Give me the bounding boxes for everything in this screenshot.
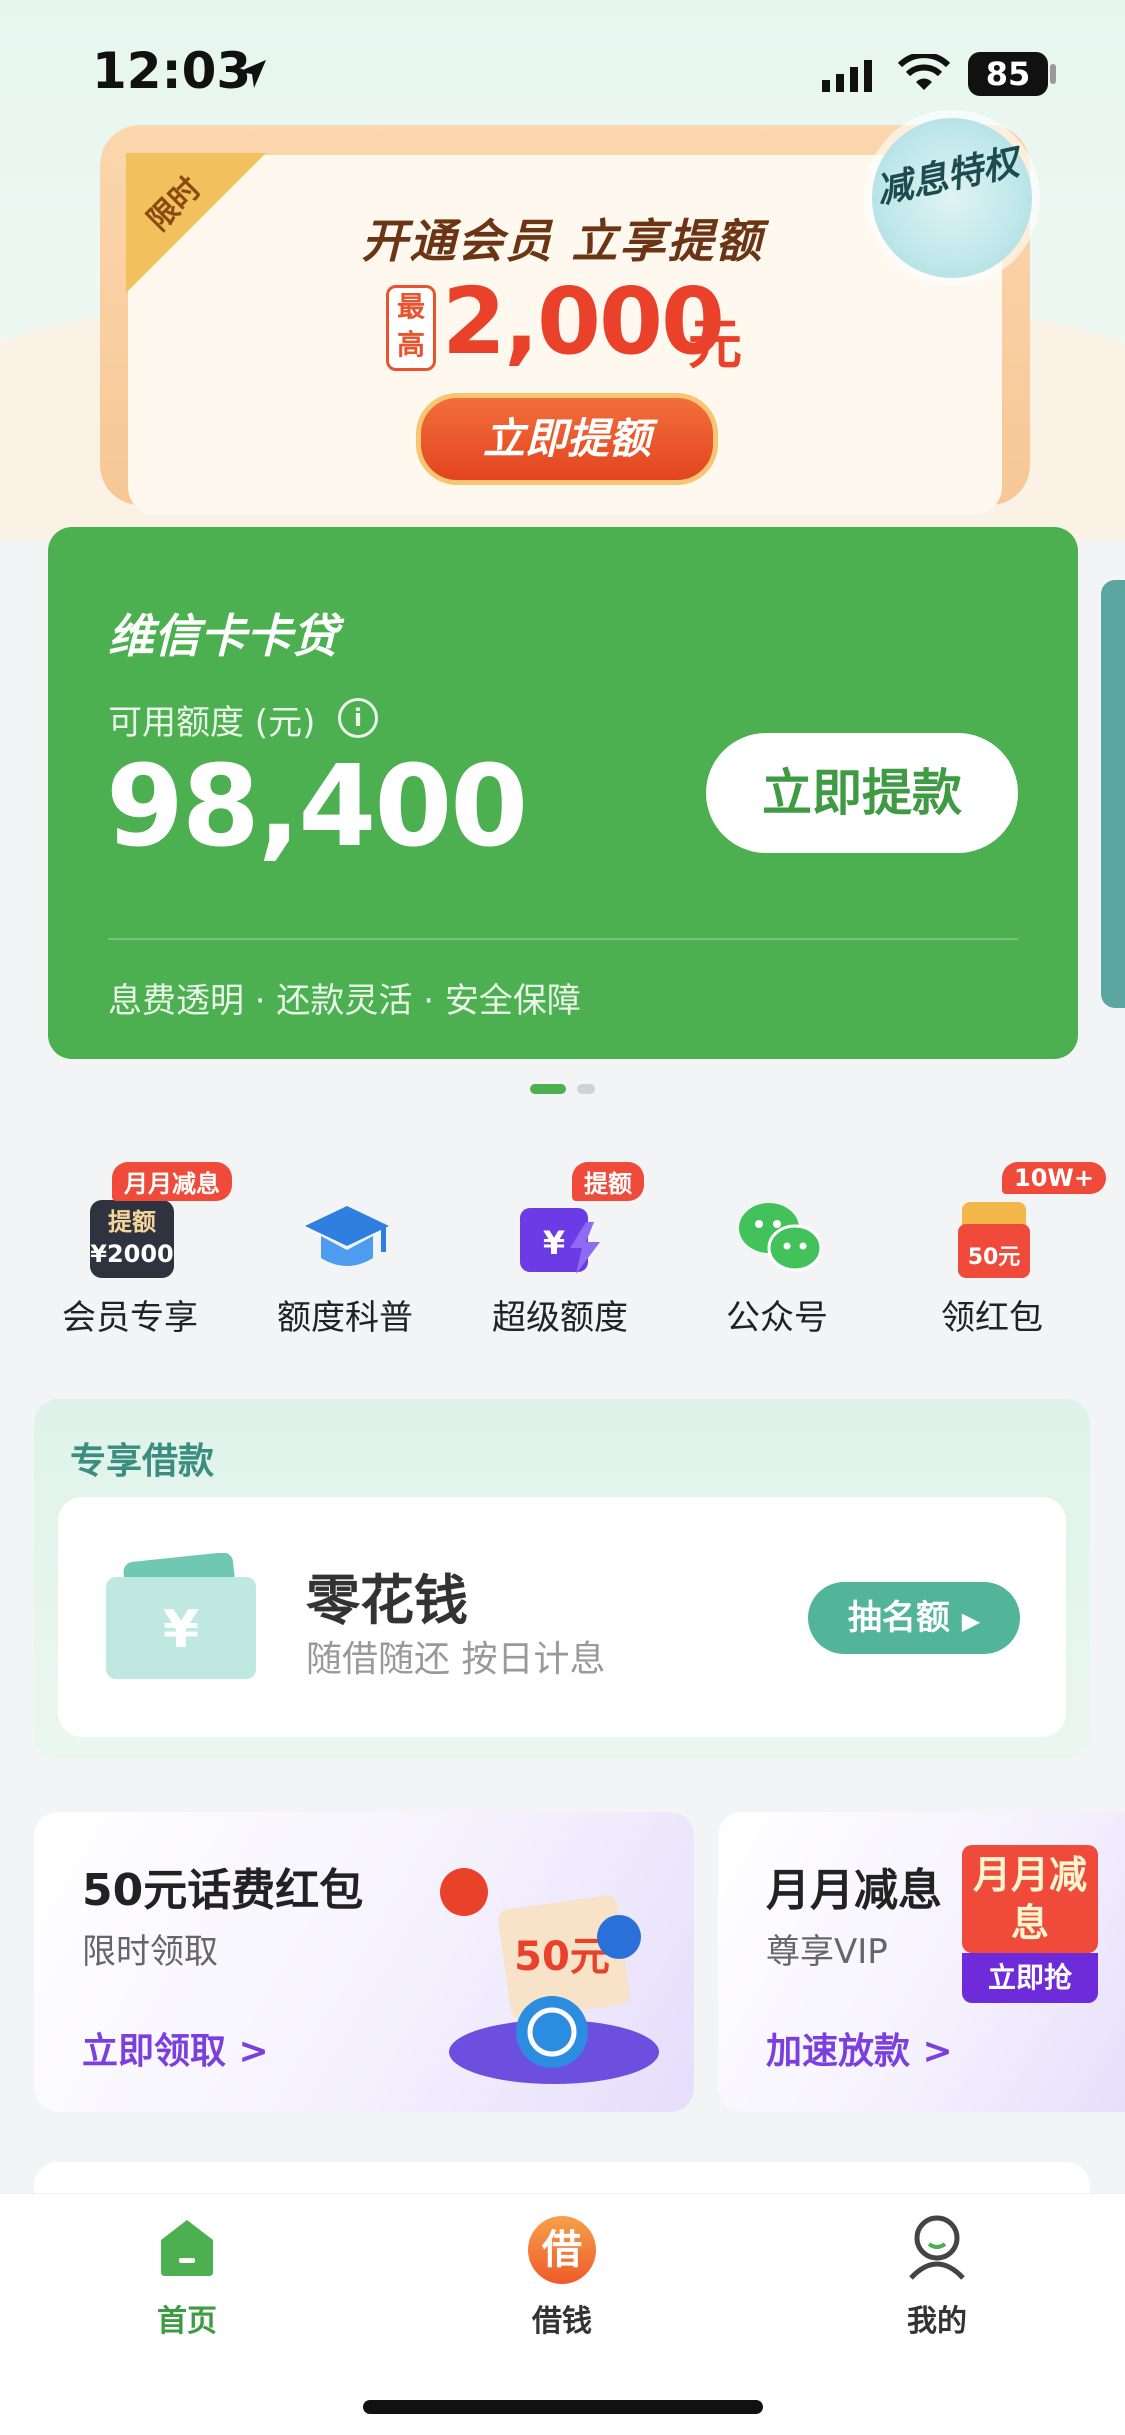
vip-badge-title: 月月减息 (962, 1845, 1098, 1953)
home-icon[interactable] (159, 2218, 215, 2278)
phone-credit-illustration: 50元 (440, 1868, 659, 2084)
location-arrow-icon (238, 60, 266, 88)
red-packet-icon: 50元 (958, 1202, 1030, 1278)
status-time: 12:03 (92, 42, 252, 100)
available-limit-amount: 98,400 (106, 742, 528, 872)
withdraw-button[interactable]: 立即提款 (706, 733, 1018, 853)
promo-link[interactable]: 加速放款 > (766, 2022, 953, 2074)
info-icon[interactable]: i (338, 698, 378, 738)
draw-quota-label: 抽名额 (847, 1598, 950, 1638)
shortcut-label: 领红包 (941, 1298, 1043, 1338)
graduation-cap-icon (305, 1206, 389, 1266)
promo-title: 月月减息 (766, 1865, 942, 1916)
shortcut-label: 公众号 (726, 1298, 828, 1338)
draw-quota-button[interactable]: 抽名额 ▶ (808, 1582, 1020, 1654)
card-divider (108, 938, 1018, 940)
shortcut-tag: 10W+ (1002, 1162, 1106, 1194)
product-subtitle: 随借随还 按日计息 (306, 1639, 606, 1680)
brand-logo: 维信卡卡贷 (108, 609, 338, 663)
svg-text:50元: 50元 (968, 1245, 1021, 1270)
tab-borrow-label: 借钱 (532, 2304, 592, 2339)
borrow-icon[interactable]: 借 (528, 2216, 596, 2284)
play-arrow-icon: ▶ (961, 1607, 981, 1635)
shortcut-row: 提额 ¥2000 月月减息 会员专享 额度科普 ¥ 提额 超级额度 公众号 50… (0, 1150, 1125, 1350)
next-card-peek[interactable] (1101, 580, 1125, 1008)
member-icon: 提额 ¥2000 (90, 1200, 174, 1278)
shortcut-tag: 月月减息 (112, 1162, 232, 1201)
battery-tip (1050, 64, 1056, 84)
promo-title: 50元话费红包 (82, 1865, 364, 1916)
wifi-icon (898, 54, 950, 90)
vip-promo-badge[interactable]: 月月减息 立即抢 (962, 1845, 1098, 2005)
promo-card-phone-credit[interactable]: 50元话费红包 限时领取 立即领取 > 50元 (34, 1812, 694, 2112)
svg-text:提额: 提额 (108, 1208, 156, 1236)
carousel-dot (577, 1084, 595, 1094)
card-footer: 息费透明 · 还款灵活 · 安全保障 (108, 981, 581, 1021)
shortcut-label: 额度科普 (277, 1298, 413, 1338)
wechat-icon (739, 1203, 821, 1272)
super-limit-icon: ¥ (520, 1208, 600, 1274)
promo-subtitle: 限时领取 (82, 1932, 218, 1972)
available-limit-label: 可用额度 (元) (108, 703, 316, 743)
svg-text:¥: ¥ (543, 1224, 565, 1262)
max-tag: 最高 (386, 285, 436, 371)
product-name: 零花钱 (306, 1569, 468, 1632)
exclusive-loan-title: 专享借款 (70, 1441, 215, 1482)
battery-indicator: 85 (968, 52, 1048, 96)
phone-credit-badge: 50元 (514, 1934, 610, 1980)
home-indicator (363, 2400, 763, 2414)
shortcut-label: 会员专享 (62, 1298, 198, 1338)
cellular-signal-icon (822, 60, 872, 92)
tab-me-label: 我的 (907, 2304, 967, 2339)
profile-icon[interactable] (907, 2214, 967, 2280)
promo-link[interactable]: 立即领取 > (82, 2022, 269, 2074)
svg-text:¥: ¥ (163, 1600, 199, 1660)
shortcut-tag: 提额 (572, 1162, 644, 1201)
banner-unit: 元 (688, 313, 742, 376)
raise-limit-button[interactable]: 立即提额 (416, 393, 718, 485)
vip-badge-button: 立即抢 (962, 1953, 1098, 2003)
banner-amount: 2,000 (442, 268, 725, 375)
carousel-dot-active (530, 1084, 566, 1094)
promo-subtitle: 尊享VIP (766, 1932, 888, 1972)
wallet-icon: ¥ (106, 1553, 256, 1679)
svg-text:¥2000: ¥2000 (90, 1240, 174, 1268)
shortcut-label: 超级额度 (492, 1298, 628, 1338)
tab-home-label: 首页 (157, 2304, 217, 2339)
